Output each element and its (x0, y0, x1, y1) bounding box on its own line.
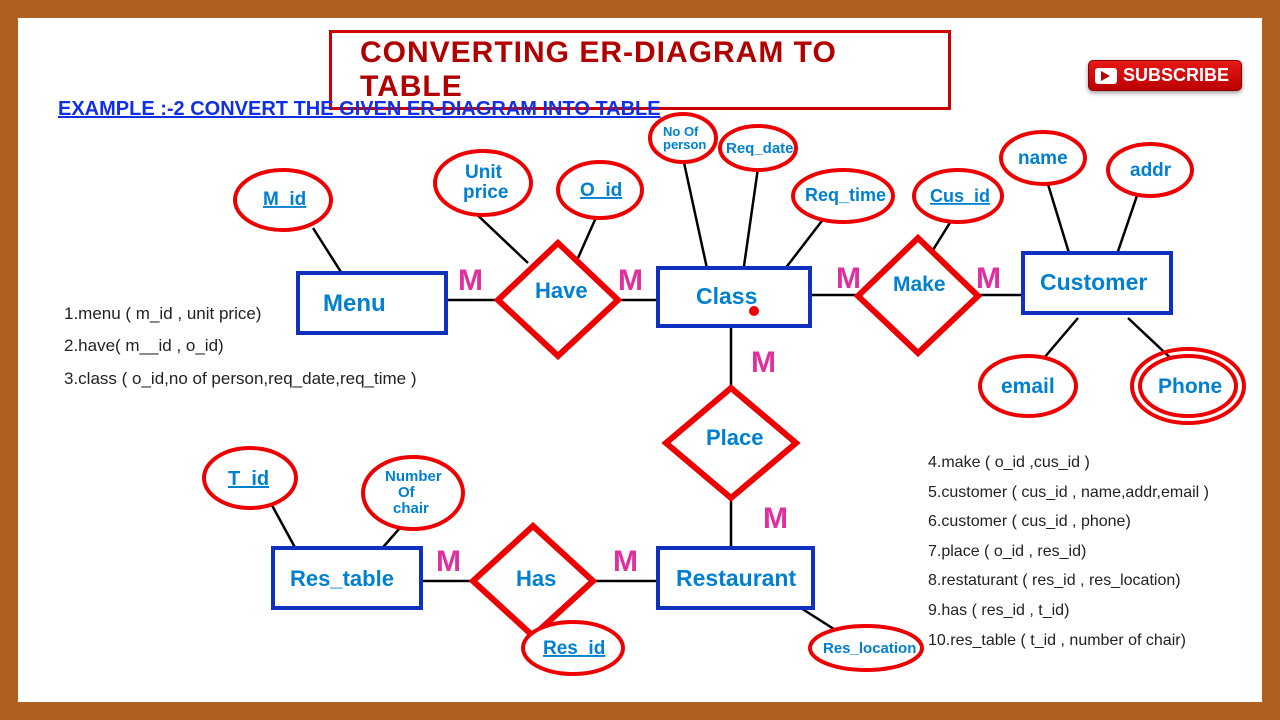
svg-text:Have: Have (535, 278, 588, 303)
svg-text:Req_date: Req_date (726, 140, 794, 157)
svg-text:Unit: Unit (465, 162, 503, 183)
svg-text:M: M (976, 262, 1001, 295)
svg-text:Customer: Customer (1040, 269, 1147, 295)
svg-text:price: price (463, 182, 508, 203)
svg-text:Number: Number (385, 468, 442, 485)
schema-left: 1.menu ( m_id , unit price) 2.have( m__i… (64, 298, 416, 395)
svg-text:Has: Has (516, 566, 556, 591)
svg-text:M: M (763, 502, 788, 535)
svg-text:M_id: M_id (263, 189, 306, 210)
svg-text:Of: Of (398, 484, 416, 501)
svg-text:M: M (458, 264, 483, 297)
svg-text:M: M (613, 545, 638, 578)
svg-text:M: M (618, 264, 643, 297)
svg-text:Phone: Phone (1158, 375, 1222, 398)
svg-text:addr: addr (1130, 160, 1172, 181)
svg-text:Make: Make (893, 273, 946, 296)
pointer-dot (749, 306, 759, 316)
svg-text:Res_table: Res_table (290, 566, 394, 591)
svg-text:M: M (751, 346, 776, 379)
svg-text:chair: chair (393, 500, 429, 517)
svg-text:Class: Class (696, 283, 757, 309)
svg-text:M: M (836, 262, 861, 295)
schema-right: 4.make ( o_id ,cus_id ) 5.customer ( cus… (928, 448, 1209, 655)
svg-text:Res_location: Res_location (823, 640, 916, 657)
svg-text:name: name (1018, 148, 1068, 169)
svg-text:Res_id: Res_id (543, 638, 605, 659)
slide-canvas: CONVERTING ER-DIAGRAM TO TABLE EXAMPLE :… (18, 18, 1262, 702)
svg-text:T_id: T_id (228, 468, 269, 490)
svg-text:Req_time: Req_time (805, 185, 886, 205)
svg-text:Cus_id: Cus_id (930, 186, 990, 206)
svg-text:M: M (436, 545, 461, 578)
svg-text:person: person (663, 137, 706, 152)
svg-text:Restaurant: Restaurant (676, 565, 796, 591)
svg-text:Place: Place (706, 425, 764, 450)
svg-text:O_id: O_id (580, 180, 622, 201)
svg-text:email: email (1001, 375, 1055, 398)
